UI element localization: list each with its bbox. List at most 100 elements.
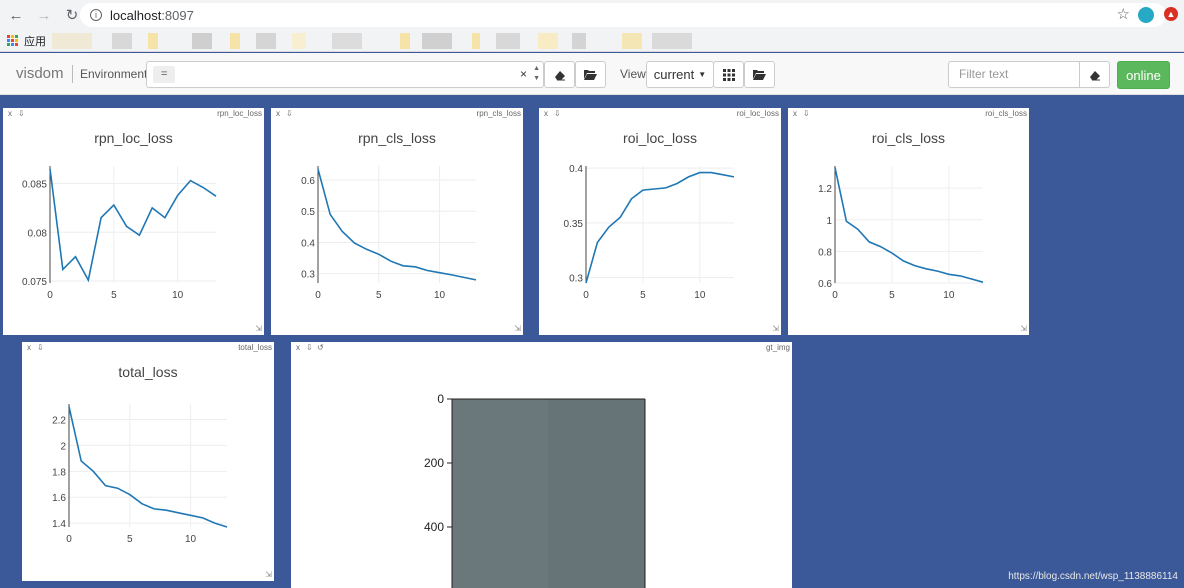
- extension-red-icon[interactable]: ▲: [1164, 7, 1178, 21]
- online-status-button[interactable]: online: [1117, 61, 1170, 89]
- y-tick-label: 0.3: [569, 274, 583, 285]
- view-label: View: [620, 67, 646, 81]
- apps-label[interactable]: 应用: [24, 33, 46, 49]
- x-tick-label: 5: [376, 290, 382, 301]
- x-tick-label: 0: [66, 534, 72, 545]
- line-chart-rpn-cls-loss: rpn_cls_loss 0 5 10 0.3 0.4 0.5 0.6: [301, 130, 477, 301]
- url-field[interactable]: i localhost:8097: [80, 3, 1166, 27]
- extension-icon[interactable]: [1138, 7, 1154, 23]
- x-tick-label: 0: [832, 290, 838, 301]
- plot-pane-rpn-cls-loss[interactable]: x ⇩ rpn_cls_loss rpn_cls_loss 0 5 10 0.3 0.4 0…: [271, 108, 523, 335]
- y-tick-label: 400: [424, 520, 444, 534]
- clear-environment-icon[interactable]: ×: [520, 67, 527, 81]
- repack-button[interactable]: [713, 61, 744, 88]
- clear-env-button[interactable]: [544, 61, 575, 88]
- y-tick-label: 1.2: [818, 184, 832, 195]
- resize-handle-icon[interactable]: ⇲: [255, 324, 262, 333]
- plot-pane-roi-loc-loss[interactable]: x ⇩ roi_loc_loss roi_loc_loss 0 5 10 0.3 0.35…: [539, 108, 781, 335]
- x-tick-label: 10: [185, 534, 197, 545]
- gt-image-left-band: [452, 399, 548, 588]
- visdom-logo: visdom: [16, 65, 64, 82]
- y-tick-label: 0.075: [22, 277, 47, 288]
- environment-label: Environment: [80, 67, 148, 81]
- series-line: [317, 168, 477, 281]
- y-tick-label: 200: [424, 456, 444, 470]
- y-tick-label: 1.4: [52, 519, 66, 530]
- image-pane-gt-img[interactable]: x ⇩ ↺ gt_img 0 200 400: [291, 342, 792, 588]
- line-chart-roi-cls-loss: roi_cls_loss 0 5 10 0.6 0.8 1 1.2: [818, 130, 984, 301]
- y-tick-label: 0.3: [301, 270, 315, 281]
- apps-grid-icon[interactable]: [7, 34, 19, 47]
- info-icon[interactable]: i: [90, 9, 102, 21]
- y-tick-label: 0.4: [301, 238, 315, 249]
- line-chart-rpn-loc-loss: rpn_loc_loss 0 5 10 0.075 0.08 0.085: [22, 130, 217, 301]
- x-tick-label: 0: [315, 290, 321, 301]
- view-dropdown[interactable]: current ▼: [646, 61, 714, 88]
- manage-views-button[interactable]: [744, 61, 775, 88]
- y-tick-label: 0.35: [564, 219, 584, 230]
- caret-down-icon: ▼: [698, 70, 707, 79]
- browser-address-bar: ← → ↻ i localhost:8097 ☆ ▲: [0, 0, 1184, 30]
- chart-title: roi_loc_loss: [623, 130, 697, 146]
- bookmark-star-icon[interactable]: ☆: [1117, 5, 1130, 23]
- y-tick-label: 2.2: [52, 416, 66, 427]
- y-tick-label: 0.8: [818, 247, 832, 258]
- resize-handle-icon[interactable]: ⇲: [1020, 324, 1027, 333]
- url-port: :8097: [161, 7, 194, 23]
- x-tick-label: 10: [434, 290, 446, 301]
- chart-title: rpn_cls_loss: [358, 130, 436, 146]
- y-tick-label: 0.08: [28, 228, 48, 239]
- y-tick-label: 0: [437, 392, 444, 406]
- y-tick-label: 2: [60, 441, 66, 452]
- clear-filter-button[interactable]: [1079, 61, 1110, 88]
- environment-select[interactable]: = × ▲ ▼: [146, 61, 544, 88]
- view-dropdown-value: current: [653, 67, 695, 82]
- plot-pane-roi-cls-loss[interactable]: x ⇩ roi_cls_loss roi_cls_loss 0 5 10 0.6 0.8 1…: [788, 108, 1029, 335]
- image-plot-gt-img: 0 200 400: [424, 392, 646, 588]
- y-tick-label: 0.4: [569, 164, 583, 175]
- y-tick-label: 0.6: [818, 279, 832, 290]
- folder-open-icon: [753, 70, 766, 80]
- plot-pane-total-loss[interactable]: x ⇩ total_loss total_loss 0 5 10 1.4 1.6 1.8 2 2…: [22, 342, 274, 581]
- resize-handle-icon[interactable]: ⇲: [514, 324, 521, 333]
- y-tick-label: 0.6: [301, 176, 315, 187]
- series-line: [585, 171, 735, 284]
- x-tick-label: 5: [127, 534, 133, 545]
- chart-title: roi_cls_loss: [872, 130, 945, 146]
- y-tick-label: 1.8: [52, 467, 66, 478]
- filter-text-input[interactable]: Filter text: [948, 61, 1080, 88]
- env-spinner-icon[interactable]: ▲ ▼: [533, 64, 540, 84]
- blurred-bookmarks: [52, 33, 702, 49]
- x-tick-label: 10: [694, 290, 706, 301]
- chart-title: rpn_loc_loss: [94, 130, 173, 146]
- x-tick-label: 10: [172, 290, 184, 301]
- x-tick-label: 0: [583, 290, 589, 301]
- x-tick-label: 5: [640, 290, 646, 301]
- chart-title: total_loss: [118, 364, 177, 380]
- folder-open-icon: [584, 70, 597, 80]
- x-tick-label: 5: [111, 290, 117, 301]
- visdom-toolbar: visdom Environment = × ▲ ▼ View current ▼…: [0, 53, 1184, 95]
- eraser-icon: [554, 70, 565, 80]
- x-tick-label: 0: [47, 290, 53, 301]
- manage-env-button[interactable]: [575, 61, 606, 88]
- series-line: [49, 168, 217, 283]
- line-chart-total-loss: total_loss 0 5 10 1.4 1.6 1.8 2 2.2: [52, 364, 228, 545]
- series-line: [68, 406, 228, 528]
- y-tick-label: 1.6: [52, 493, 66, 504]
- y-tick-label: 1: [826, 216, 832, 227]
- x-tick-label: 5: [889, 290, 895, 301]
- watermark: https://blog.csdn.net/wsp_1138886114: [1008, 571, 1178, 582]
- line-chart-roi-loc-loss: roi_loc_loss 0 5 10 0.3 0.35 0.4: [564, 130, 735, 301]
- y-tick-label: 0.085: [22, 180, 47, 191]
- url-host: localhost: [110, 7, 162, 23]
- resize-handle-icon[interactable]: ⇲: [772, 324, 779, 333]
- bookmarks-bar: 应用: [0, 30, 1184, 52]
- resize-handle-icon[interactable]: ⇲: [265, 570, 272, 579]
- back-arrow-icon[interactable]: ←: [4, 3, 28, 27]
- plot-pane-rpn-loc-loss[interactable]: x ⇩ rpn_loc_loss rpn_loc_loss 0 5 10 0.075 0.…: [3, 108, 264, 335]
- toolbar-divider: [72, 65, 73, 83]
- grid-icon: [722, 68, 735, 81]
- environment-chip[interactable]: =: [153, 66, 176, 83]
- forward-arrow-icon[interactable]: →: [32, 3, 56, 27]
